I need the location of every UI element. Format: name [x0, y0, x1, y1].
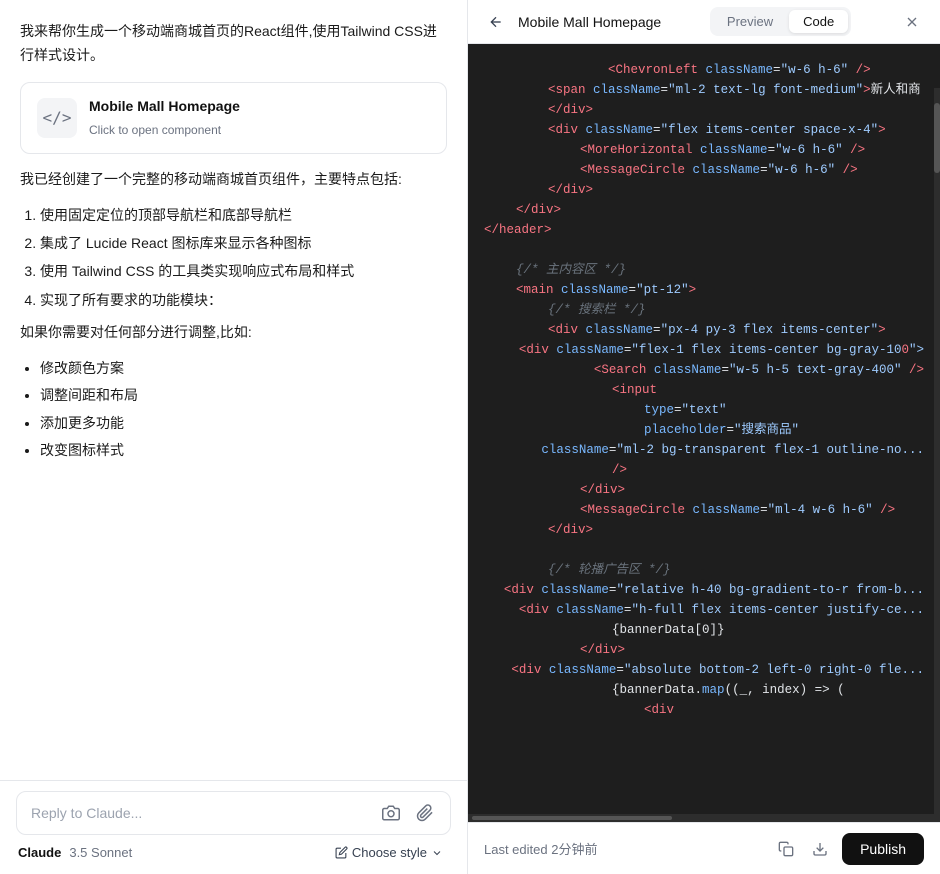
- attachment-button[interactable]: [414, 802, 436, 824]
- code-line: <div className="absolute bottom-2 left-0…: [468, 660, 940, 680]
- code-line: <MessageCircle className="ml-4 w-6 h-6" …: [468, 500, 940, 520]
- right-panel-header: Mobile Mall Homepage Preview Code: [468, 0, 940, 44]
- back-arrow-icon: [488, 14, 504, 30]
- code-line: </div>: [468, 200, 940, 220]
- pencil-icon: [335, 846, 348, 859]
- intro-text-2: 我已经创建了一个完整的移动端商城首页组件，主要特点包括:: [20, 168, 447, 192]
- code-line: </header>: [468, 220, 940, 240]
- code-line: <div className="flex-1 flex items-center…: [468, 340, 940, 360]
- code-line: type="text": [468, 400, 940, 420]
- scrollbar-track: [934, 88, 940, 814]
- reply-placeholder: Reply to Claude...: [31, 805, 142, 821]
- adjust-item-1: 修改颜色方案: [40, 357, 447, 379]
- code-line: <ChevronLeft className="w-6 h-6" />: [468, 60, 940, 80]
- download-icon: [812, 841, 828, 857]
- code-line: [468, 240, 940, 260]
- feature-item-4: 实现了所有要求的功能模块：: [40, 289, 447, 311]
- close-icon: [904, 14, 920, 30]
- camera-button[interactable]: [380, 802, 402, 824]
- code-line: </div>: [468, 640, 940, 660]
- right-header-left: Mobile Mall Homepage: [484, 10, 661, 34]
- code-line: <div className="relative h-40 bg-gradien…: [468, 580, 940, 600]
- code-line: </div>: [468, 520, 940, 540]
- code-line: <MessageCircle className="w-6 h-6" />: [468, 160, 940, 180]
- last-edited-text: Last edited 2分钟前: [484, 839, 597, 858]
- code-line: {bannerData.map((_, index) => (: [468, 680, 940, 700]
- copy-button[interactable]: [774, 837, 798, 861]
- chevron-down-icon: [431, 847, 443, 859]
- code-line: className="ml-2 bg-transparent flex-1 ou…: [468, 440, 940, 460]
- numbered-feature-list: 使用固定定位的顶部导航栏和底部导航栏 集成了 Lucide React 图标库来…: [20, 204, 447, 312]
- tab-preview[interactable]: Preview: [713, 10, 787, 33]
- bottom-bar: Reply to Claude... Claude 3.5 Sonnet: [0, 780, 467, 874]
- code-line: <div className="px-4 py-3 flex items-cen…: [468, 320, 940, 340]
- code-line: <MoreHorizontal className="w-6 h-6" />: [468, 140, 940, 160]
- right-bottom-actions: Publish: [774, 833, 924, 865]
- code-line: <div className="flex items-center space-…: [468, 120, 940, 140]
- component-card[interactable]: </> Mobile Mall Homepage Click to open c…: [20, 82, 447, 154]
- close-button[interactable]: [900, 10, 924, 34]
- code-line: <div className="h-full flex items-center…: [468, 600, 940, 620]
- code-line: placeholder="搜索商品": [468, 420, 940, 440]
- code-line: <Search className="w-5 h-5 text-gray-400…: [468, 360, 940, 380]
- component-icon: </>: [37, 98, 77, 138]
- horizontal-scrollbar: [468, 814, 940, 822]
- choose-style-label: Choose style: [352, 845, 427, 860]
- code-line: />: [468, 460, 940, 480]
- tab-code[interactable]: Code: [789, 10, 848, 33]
- feature-item-1: 使用固定定位的顶部导航栏和底部导航栏: [40, 204, 447, 226]
- component-subtitle: Click to open component: [89, 120, 240, 140]
- adjust-list: 修改颜色方案 调整间距和布局 添加更多功能 改变图标样式: [20, 357, 447, 462]
- code-line: <span className="ml-2 text-lg font-mediu…: [468, 80, 940, 100]
- code-line: <main className="pt-12" >: [468, 280, 940, 300]
- left-panel: 我来帮你生成一个移动端商城首页的React组件,使用Tailwind CSS进行…: [0, 0, 468, 874]
- right-bottom-bar: Last edited 2分钟前 Publish: [468, 822, 940, 874]
- code-line: {/* 主内容区 */}: [468, 260, 940, 280]
- choose-style-button[interactable]: Choose style: [329, 843, 449, 862]
- claude-version: 3.5 Sonnet: [69, 845, 132, 860]
- component-info: Mobile Mall Homepage Click to open compo…: [89, 95, 240, 141]
- component-title: Mobile Mall Homepage: [89, 95, 240, 119]
- back-button[interactable]: [484, 10, 508, 34]
- code-line: {/* 搜索栏 */}: [468, 300, 940, 320]
- reply-input-area[interactable]: Reply to Claude...: [16, 791, 451, 835]
- scrollbar-thumb: [934, 103, 940, 173]
- feature-item-3: 使用 Tailwind CSS 的工具类实现响应式布局和样式: [40, 260, 447, 282]
- camera-icon: [382, 804, 400, 822]
- publish-button[interactable]: Publish: [842, 833, 924, 865]
- claude-info: Claude 3.5 Sonnet Choose style: [16, 843, 451, 862]
- adjust-item-2: 调整间距和布局: [40, 384, 447, 406]
- attachment-icon: [416, 804, 434, 822]
- code-container: <ChevronLeft className="w-6 h-6" /> <spa…: [468, 44, 940, 814]
- code-line: {/* 轮播广告区 */}: [468, 560, 940, 580]
- feature-item-2: 集成了 Lucide React 图标库来显示各种图标: [40, 232, 447, 254]
- code-line: <div: [468, 700, 940, 720]
- chat-content: 我来帮你生成一个移动端商城首页的React组件,使用Tailwind CSS进行…: [0, 0, 467, 780]
- code-area[interactable]: <ChevronLeft className="w-6 h-6" /> <spa…: [468, 44, 940, 814]
- code-line: [468, 540, 940, 560]
- code-line: <input: [468, 380, 940, 400]
- copy-icon: [778, 841, 794, 857]
- adjust-item-3: 添加更多功能: [40, 412, 447, 434]
- claude-brand: Claude: [18, 845, 61, 860]
- download-button[interactable]: [808, 837, 832, 861]
- code-line: {bannerData[0]}: [468, 620, 940, 640]
- intro-text-1: 我来帮你生成一个移动端商城首页的React组件,使用Tailwind CSS进行…: [20, 20, 447, 68]
- adjust-item-4: 改变图标样式: [40, 439, 447, 461]
- right-panel-wrapper: Mobile Mall Homepage Preview Code <Chevr…: [468, 0, 940, 874]
- code-line: </div>: [468, 180, 940, 200]
- panel-title: Mobile Mall Homepage: [518, 14, 661, 30]
- tab-group: Preview Code: [710, 7, 851, 36]
- code-line: </div>: [468, 480, 940, 500]
- horizontal-scrollbar-thumb: [472, 816, 672, 820]
- reply-icons: [380, 802, 436, 824]
- adjust-text: 如果你需要对任何部分进行调整,比如:: [20, 321, 447, 345]
- code-line: </div>: [468, 100, 940, 120]
